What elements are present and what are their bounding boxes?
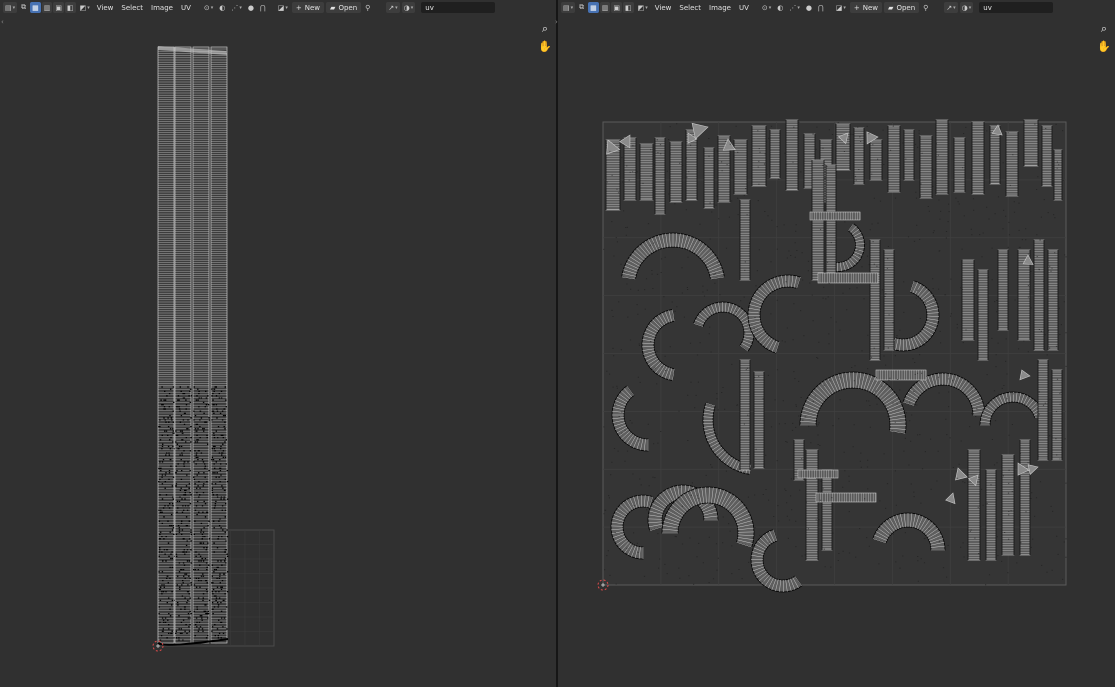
zoom-icon[interactable]: ⌕ [1097, 22, 1111, 36]
image-name-field[interactable]: uv [979, 2, 1054, 13]
hand-icon[interactable]: ✋ [1097, 39, 1111, 53]
uv-viewport[interactable]: ⌕ ✋ [558, 15, 1115, 687]
island-select-icon[interactable]: ◧ [623, 2, 634, 13]
vertex-select-icon[interactable]: ▦ [30, 2, 41, 13]
menu-view[interactable]: View [652, 2, 675, 13]
select-mode-group: ▦ ▥ ▣ ◧ [588, 2, 634, 13]
image-name-field[interactable]: uv [421, 2, 496, 13]
pin-icon[interactable]: ⚲ [921, 2, 930, 13]
zoom-icon[interactable]: ⌕ [538, 22, 552, 36]
plus-icon: + [853, 3, 860, 12]
editor-header: ▤ ▾ ⧉ ▦ ▥ ▣ ◧ ◩ ▾ View Select Image UV ⊙ ▾ … [0, 0, 556, 15]
image-browse-icon[interactable]: ◪ ▾ [276, 2, 290, 13]
pin-icon[interactable]: ⚲ [363, 2, 372, 13]
new-image-button[interactable]: + New [291, 2, 325, 13]
snap-icon[interactable]: ◐ [775, 2, 785, 13]
select-mode-group: ▦ ▥ ▣ ◧ [30, 2, 76, 13]
overlay-icon[interactable]: ◑ ▾ [959, 2, 974, 13]
editor-header: ▤ ▾ ⧉ ▦ ▥ ▣ ◧ ◩ ▾ View Select Image UV ⊙ ▾ … [558, 0, 1115, 15]
island-select-icon[interactable]: ◧ [65, 2, 76, 13]
image-browse-icon[interactable]: ◪ ▾ [834, 2, 848, 13]
uv-editor-right[interactable]: ▤ ▾ ⧉ ▦ ▥ ▣ ◧ ◩ ▾ View Select Image UV ⊙ ▾ … [558, 0, 1115, 687]
overlay-icon[interactable]: ◑ ▾ [401, 2, 416, 13]
pivot-icon[interactable]: ⊙ ▾ [202, 2, 215, 13]
face-select-icon[interactable]: ▣ [53, 2, 65, 13]
snap-target-icon[interactable]: ⋰ ▾ [229, 2, 244, 13]
vertex-select-icon[interactable]: ▦ [588, 2, 599, 13]
edge-select-icon[interactable]: ▥ [41, 2, 53, 13]
uv-mode-icon[interactable]: ⧉ [19, 2, 28, 13]
menu-uv[interactable]: UV [736, 2, 752, 13]
image-editor-icon[interactable]: ▤ ▾ [3, 2, 18, 13]
hand-icon[interactable]: ✋ [538, 39, 552, 53]
uv-editor-left[interactable]: ▤ ▾ ⧉ ▦ ▥ ▣ ◧ ◩ ▾ View Select Image UV ⊙ ▾ … [0, 0, 556, 687]
sticky-select-icon[interactable]: ◩ ▾ [636, 2, 650, 13]
menu-select[interactable]: Select [676, 2, 704, 13]
gizmo-icon[interactable]: ↗ ▾ [386, 2, 400, 13]
uv-canvas[interactable] [558, 15, 1115, 687]
open-image-button[interactable]: ▰ Open [326, 2, 362, 13]
menu-select[interactable]: Select [118, 2, 146, 13]
face-select-icon[interactable]: ▣ [611, 2, 623, 13]
sidebar-toggle-left[interactable]: ‹ [1, 18, 4, 26]
menu-image[interactable]: Image [706, 2, 734, 13]
uv-islands [157, 46, 229, 646]
sticky-select-icon[interactable]: ◩ ▾ [78, 2, 92, 13]
proportional-edit-icon[interactable]: ● [246, 2, 256, 13]
uv-mode-icon[interactable]: ⧉ [577, 2, 586, 13]
snap-target-icon[interactable]: ⋰ ▾ [787, 2, 802, 13]
plus-icon: + [295, 3, 302, 12]
pivot-icon[interactable]: ⊙ ▾ [760, 2, 773, 13]
falloff-icon[interactable]: ⋂ [816, 2, 826, 13]
uv-canvas[interactable] [0, 15, 556, 687]
edge-select-icon[interactable]: ▥ [599, 2, 611, 13]
falloff-icon[interactable]: ⋂ [258, 2, 268, 13]
proportional-edit-icon[interactable]: ● [804, 2, 814, 13]
folder-icon: ▰ [330, 3, 336, 12]
snap-icon[interactable]: ◐ [217, 2, 227, 13]
new-image-button[interactable]: + New [849, 2, 883, 13]
menu-view[interactable]: View [94, 2, 117, 13]
open-image-button[interactable]: ▰ Open [884, 2, 920, 13]
menu-image[interactable]: Image [148, 2, 176, 13]
image-editor-icon[interactable]: ▤ ▾ [561, 2, 576, 13]
folder-icon: ▰ [888, 3, 894, 12]
menu-uv[interactable]: UV [178, 2, 194, 13]
uv-viewport[interactable]: ⌕ ✋ [0, 15, 556, 687]
gizmo-icon[interactable]: ↗ ▾ [944, 2, 958, 13]
